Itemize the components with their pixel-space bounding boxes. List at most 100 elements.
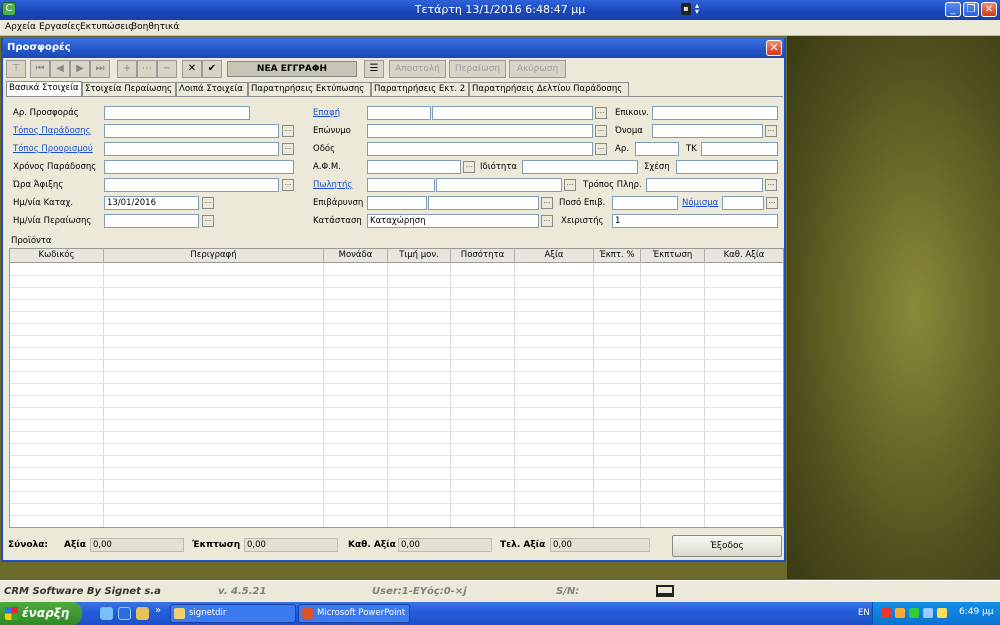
arrival-time-lookup-button[interactable]: ... bbox=[282, 179, 294, 191]
table-row[interactable] bbox=[10, 383, 783, 384]
salesman-link[interactable]: Πωλητής bbox=[313, 180, 352, 190]
tray-icon[interactable] bbox=[923, 608, 933, 618]
postcode-field[interactable] bbox=[701, 142, 778, 156]
property-field[interactable] bbox=[522, 160, 638, 174]
table-row[interactable] bbox=[10, 371, 783, 372]
delivery-time-field[interactable] bbox=[104, 160, 294, 174]
tab-basic[interactable]: Βασικά Στοιχεία bbox=[6, 81, 82, 97]
charge-name-field[interactable] bbox=[428, 196, 539, 210]
table-row[interactable] bbox=[10, 479, 783, 480]
add-button[interactable]: + bbox=[117, 60, 137, 78]
destination-lookup-button[interactable]: ... bbox=[282, 143, 294, 155]
save-button[interactable]: ✔ bbox=[202, 60, 222, 78]
surname-field[interactable] bbox=[367, 124, 593, 138]
status-lookup-button[interactable]: ... bbox=[541, 215, 553, 227]
entry-date-picker-button[interactable]: ... bbox=[202, 197, 214, 209]
communication-field[interactable] bbox=[652, 106, 778, 120]
cancel-offer-button[interactable]: Ακύρωση bbox=[509, 60, 566, 78]
first-record-button[interactable]: ⏮ bbox=[30, 60, 50, 78]
table-row[interactable] bbox=[10, 467, 783, 468]
salesman-name-field[interactable] bbox=[436, 178, 562, 192]
charge-amount-field[interactable] bbox=[612, 196, 678, 210]
delivery-place-link[interactable]: Τόπος Παράδοσης bbox=[13, 126, 91, 136]
table-row[interactable] bbox=[10, 275, 783, 276]
col-quantity[interactable]: Ποσότητα bbox=[451, 249, 515, 263]
contact-name-field[interactable] bbox=[432, 106, 593, 120]
table-row[interactable] bbox=[10, 503, 783, 504]
col-description[interactable]: Περιγραφή bbox=[104, 249, 324, 263]
col-unit-price[interactable]: Τιμή μον. bbox=[388, 249, 451, 263]
delivery-place-field[interactable] bbox=[104, 124, 279, 138]
table-row[interactable] bbox=[10, 443, 783, 444]
completion-date-picker-button[interactable]: ... bbox=[202, 215, 214, 227]
send-button[interactable]: Αποστολή bbox=[389, 60, 446, 78]
complete-button[interactable]: Περαίωση bbox=[449, 60, 506, 78]
next-record-button[interactable]: ▶ bbox=[70, 60, 90, 78]
arrival-time-field[interactable] bbox=[104, 178, 279, 192]
salesman-lookup-button[interactable]: ... bbox=[564, 179, 576, 191]
quicklaunch-browser-icon[interactable] bbox=[118, 607, 131, 620]
exit-button[interactable]: Έξοδος bbox=[672, 535, 782, 557]
first-name-lookup-button[interactable]: ... bbox=[765, 125, 777, 137]
contact-lookup-button[interactable]: ... bbox=[595, 107, 607, 119]
delete-button[interactable]: − bbox=[157, 60, 177, 78]
col-net-value[interactable]: Καθ. Αξία bbox=[705, 249, 783, 263]
col-value[interactable]: Αξία bbox=[515, 249, 594, 263]
currency-field[interactable] bbox=[722, 196, 764, 210]
payment-method-field[interactable] bbox=[646, 178, 763, 192]
table-row[interactable] bbox=[10, 431, 783, 432]
menu-prints[interactable]: Εκτυπώσεις bbox=[80, 22, 133, 32]
tray-icon[interactable] bbox=[895, 608, 905, 618]
task-signetdir[interactable]: signetdir bbox=[170, 604, 296, 623]
dialog-close-button[interactable]: ✕ bbox=[766, 40, 782, 56]
cancel-edit-button[interactable]: ✕ bbox=[182, 60, 202, 78]
menu-tasks[interactable]: Εργασίες bbox=[39, 22, 81, 32]
table-row[interactable] bbox=[10, 311, 783, 312]
entry-date-field[interactable]: 13/01/2016 bbox=[104, 196, 199, 210]
col-code[interactable]: Κωδικός bbox=[10, 249, 104, 263]
quicklaunch-more-icon[interactable]: » bbox=[155, 605, 161, 616]
payment-method-lookup-button[interactable]: ... bbox=[765, 179, 777, 191]
street-field[interactable] bbox=[367, 142, 593, 156]
tab-print-notes[interactable]: Παρατηρήσεις Εκτύπωσης bbox=[248, 82, 371, 96]
salesman-code-field[interactable] bbox=[367, 178, 435, 192]
completion-date-field[interactable] bbox=[104, 214, 199, 228]
edit-button[interactable]: ⋯ bbox=[137, 60, 157, 78]
last-record-button[interactable]: ⏭ bbox=[90, 60, 110, 78]
table-row[interactable] bbox=[10, 335, 783, 336]
currency-link[interactable]: Νόμισμα bbox=[682, 198, 718, 208]
table-row[interactable] bbox=[10, 527, 783, 528]
tab-delivery-notes[interactable]: Παρατηρήσεις Δελτίου Παράδοσης bbox=[469, 82, 629, 96]
table-row[interactable] bbox=[10, 419, 783, 420]
tray-icon[interactable] bbox=[937, 608, 947, 618]
tray-icon[interactable] bbox=[881, 608, 891, 618]
close-button[interactable]: ✕ bbox=[981, 2, 997, 17]
contact-link[interactable]: Επαφή bbox=[313, 108, 340, 118]
surname-lookup-button[interactable]: ... bbox=[595, 125, 607, 137]
menu-list-button[interactable]: ☰ bbox=[364, 60, 384, 78]
destination-link[interactable]: Τόπος Προορισμού bbox=[13, 144, 93, 154]
table-row[interactable] bbox=[10, 407, 783, 408]
quicklaunch-folder-icon[interactable] bbox=[136, 607, 149, 620]
start-button[interactable]: έναρξη bbox=[0, 602, 82, 625]
tab-other[interactable]: Λοιπά Στοιχεία bbox=[176, 82, 248, 96]
filter-button[interactable]: ⊤ bbox=[6, 60, 26, 78]
relation-field[interactable] bbox=[676, 160, 778, 174]
tab-completion[interactable]: Στοιχεία Περαίωσης bbox=[82, 82, 176, 96]
table-row[interactable] bbox=[10, 455, 783, 456]
vat-field[interactable] bbox=[367, 160, 461, 174]
table-row[interactable] bbox=[10, 287, 783, 288]
table-row[interactable] bbox=[10, 395, 783, 396]
products-grid[interactable]: Κωδικός Περιγραφή Μονάδα Τιμή μον. Ποσότ… bbox=[9, 248, 784, 528]
table-row[interactable] bbox=[10, 347, 783, 348]
minimize-button[interactable]: _ bbox=[945, 2, 961, 17]
prev-record-button[interactable]: ◀ bbox=[50, 60, 70, 78]
delivery-place-lookup-button[interactable]: ... bbox=[282, 125, 294, 137]
tray-icon[interactable] bbox=[909, 608, 919, 618]
first-name-field[interactable] bbox=[652, 124, 763, 138]
vat-lookup-button[interactable]: ... bbox=[463, 161, 475, 173]
charge-lookup-button[interactable]: ... bbox=[541, 197, 553, 209]
task-powerpoint[interactable]: Microsoft PowerPoint ... bbox=[298, 604, 410, 623]
table-row[interactable] bbox=[10, 359, 783, 360]
table-row[interactable] bbox=[10, 299, 783, 300]
